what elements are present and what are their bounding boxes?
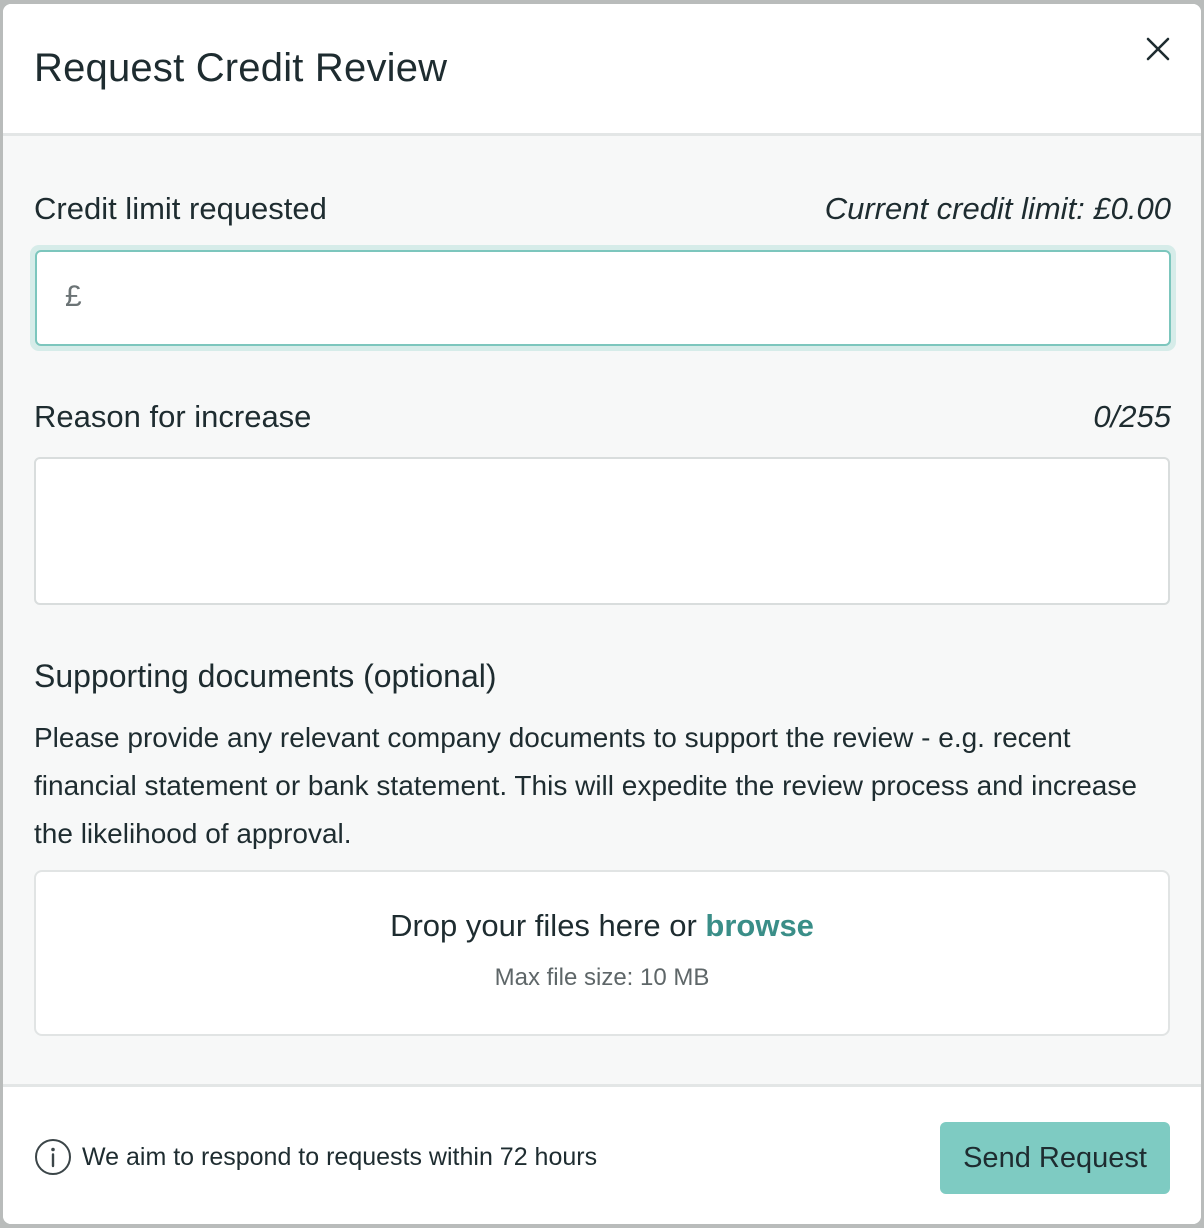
- credit-limit-field: £: [30, 245, 1176, 351]
- send-request-button[interactable]: Send Request: [940, 1122, 1170, 1194]
- supporting-documents-heading: Supporting documents (optional): [34, 658, 497, 694]
- reason-char-count: 0/255: [1093, 399, 1171, 434]
- response-time-note: We aim to respond to requests within 72 …: [82, 1143, 598, 1171]
- credit-limit-input-box: £: [35, 250, 1171, 346]
- close-button[interactable]: [1143, 34, 1173, 64]
- credit-limit-input[interactable]: [101, 252, 1159, 344]
- dropzone-prompt-line: Drop your files here or browse: [36, 908, 1168, 944]
- credit-review-modal: Request Credit Review Credit limit reque…: [3, 4, 1201, 1224]
- close-icon: [1146, 37, 1170, 61]
- modal-header: Request Credit Review: [3, 4, 1201, 136]
- reason-textarea[interactable]: [36, 459, 1168, 603]
- dropzone-prompt: Drop your files here or: [390, 908, 697, 943]
- reason-field: [34, 457, 1170, 605]
- credit-limit-label: Credit limit requested: [34, 191, 327, 226]
- modal-title: Request Credit Review: [34, 46, 448, 90]
- current-credit-limit: Current credit limit: £0.00: [824, 191, 1171, 226]
- browse-link[interactable]: browse: [705, 908, 814, 943]
- reason-label: Reason for increase: [34, 399, 312, 434]
- currency-symbol: £: [65, 280, 82, 313]
- max-file-size: Max file size: 10 MB: [494, 964, 710, 991]
- file-dropzone[interactable]: Drop your files here or browse Max file …: [34, 870, 1170, 1036]
- supporting-documents-description: Please provide any relevant company docu…: [34, 722, 1137, 849]
- modal-footer: We aim to respond to requests within 72 …: [3, 1084, 1201, 1224]
- info-icon: [34, 1138, 72, 1176]
